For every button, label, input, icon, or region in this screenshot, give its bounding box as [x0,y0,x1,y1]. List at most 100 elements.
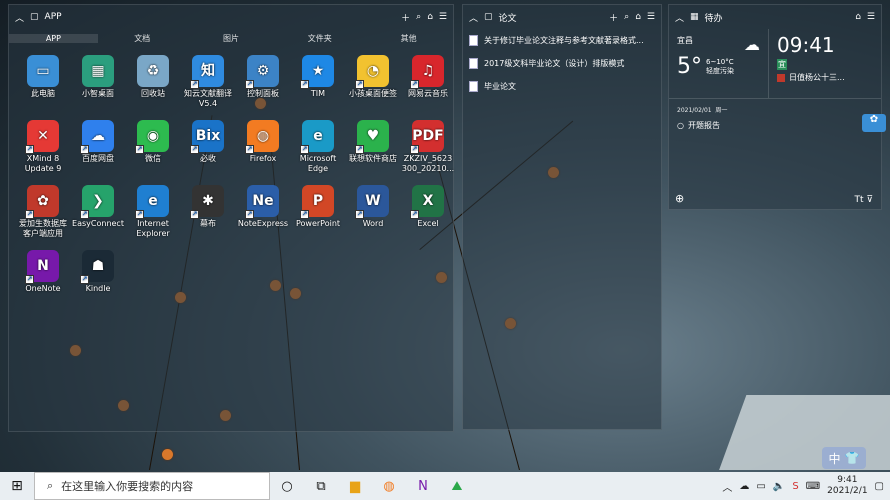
app-icon: ♻ [137,55,169,87]
shirt-icon[interactable]: ⌂ [427,12,433,22]
onenote-icon[interactable]: N [406,472,440,500]
app-label: 小智桌面 [82,89,114,98]
app-shortcut[interactable]: ❯ ↗ EasyConnect [70,185,126,229]
todo-weekday: 周一 [715,107,728,114]
menu-icon[interactable]: ☰ [867,12,875,22]
app-panel-title: APP [44,12,62,22]
notification-icon[interactable]: ▢ [875,481,884,492]
app-shortcut[interactable]: ✕ ↗ XMind 8 Update 9 [15,120,71,174]
app-label: 控制面板 [247,89,279,98]
menu-icon[interactable]: ☰ [439,12,447,22]
keyboard-icon[interactable]: ⌨ [806,481,820,492]
app-shortcut[interactable]: ▭ 此电脑 [15,55,71,99]
search-icon[interactable]: ⌕ [624,12,629,22]
app-icon: ◉ ↗ [135,120,169,154]
menu-icon[interactable]: ☰ [647,12,655,22]
shortcut-arrow-icon: ↗ [245,145,254,154]
filter-icon[interactable]: ⊽ [866,195,873,205]
file-item[interactable]: 毕业论文 [463,75,661,98]
app-shortcut[interactable]: W ↗ Word [345,185,401,229]
photos-icon[interactable]: ⛰ [440,472,474,500]
collapse-icon[interactable]: ︿ [469,11,478,24]
floating-widget-icon[interactable]: ✿ [862,114,886,132]
search-icon[interactable]: ⌕ [416,12,421,22]
shortcut-arrow-icon: ↗ [300,210,309,219]
app-label: ZKZIV_5623 300_20210... [401,154,455,173]
app-shortcut[interactable]: ⚙ ↗ 控制面板 [235,55,291,99]
tab-app[interactable]: APP [9,33,98,43]
shirt-icon[interactable]: ⌂ [635,12,641,22]
file-explorer-icon[interactable]: ▆ [338,472,372,500]
app-shortcut[interactable]: e ↗ Internet Explorer [125,185,181,239]
tab-folders[interactable]: 文件夹 [275,33,364,44]
weather-widget[interactable]: 宜昌 ☁ 5° 6~10°C 轻度污染 [669,29,769,98]
firefox-icon[interactable]: ◍ [372,472,406,500]
app-icon: Bix ↗ [190,120,224,154]
cortana-icon[interactable]: ○ [270,472,304,500]
app-shortcut[interactable]: ◉ ↗ 微信 [125,120,181,164]
app-shortcut[interactable]: e ↗ Microsoft Edge [290,120,346,174]
app-shortcut[interactable]: ♫ ↗ 网易云音乐 [400,55,456,99]
network-icon[interactable]: ▭ [756,481,765,492]
shirt-icon[interactable]: ⌂ [855,12,861,22]
windows-start-icon[interactable]: ⊞ [0,472,34,500]
docs-panel-title: 论文 [498,13,517,24]
tab-other[interactable]: 其他 [364,33,453,44]
app-shortcut[interactable]: 知 ↗ 知云文献翻译 V5.4 [180,55,236,109]
app-icon: ✕ ↗ [25,120,59,154]
app-icon: ▭ [27,55,59,87]
volume-icon[interactable]: 🔈 [773,481,785,492]
task-view-icon[interactable]: ⧉ [304,472,338,500]
app-shortcut[interactable]: PDF ↗ ZKZIV_5623 300_20210... [400,120,456,174]
app-shortcut[interactable]: ♻ 回收站 [125,55,181,99]
app-shortcut[interactable]: ♥ ↗ 联想软件商店 [345,120,401,164]
app-shortcut[interactable]: ★ ↗ TIM [290,55,346,99]
shortcut-arrow-icon: ↗ [410,210,419,219]
font-size-icon[interactable]: Tt [855,195,864,205]
app-icon: P ↗ [300,185,334,219]
collapse-icon[interactable]: ︿ [675,11,684,24]
tab-images[interactable]: 图片 [187,33,276,44]
app-shortcut[interactable]: ▦ 小智桌面 [70,55,126,99]
ime-floating-bar[interactable]: 中 👕 [822,447,866,469]
checkbox-icon[interactable]: ○ [677,121,684,130]
app-shortcut[interactable]: ☁ ↗ 百度网盘 [70,120,126,164]
app-label: Kindle [85,284,111,293]
app-shortcut[interactable]: ✿ ↗ 爱加生数据库 客户端应用 [15,185,71,239]
add-icon[interactable]: ＋ [401,11,410,24]
tab-documents[interactable]: 文档 [98,33,187,44]
clock-widget[interactable]: 09:41 宜 日值杨公十三... [769,29,881,98]
onedrive-icon[interactable]: ☁ [739,481,749,492]
search-box[interactable]: ⌕ 在这里输入你要搜索的内容 [34,472,270,500]
app-label: 小孩桌面便签 [349,89,397,98]
app-shortcut[interactable]: Bix ↗ 必收 [180,120,236,164]
app-shortcut[interactable]: ☗ ↗ Kindle [70,250,126,294]
app-icon: ★ ↗ [300,55,334,89]
shortcut-arrow-icon: ↗ [135,145,144,154]
app-shortcut[interactable]: ◔ ↗ 小孩桌面便签 [345,55,401,99]
almanac-badge: 宜 [777,59,787,70]
search-icon: ⌕ [47,479,54,492]
app-shortcut[interactable]: ✱ ↗ 幕布 [180,185,236,229]
collapse-icon[interactable]: ︿ [15,11,24,24]
app-shortcut[interactable]: Ne ↗ NoteExpress [235,185,291,229]
add-todo-icon[interactable]: ⊕ [675,192,684,205]
shortcut-arrow-icon: ↗ [190,145,199,154]
file-item[interactable]: 关于修订毕业论文注释与参考文献著录格式... [463,29,661,52]
app-icon: e ↗ [135,185,169,219]
app-shortcut[interactable]: ◍ ↗ Firefox [235,120,291,164]
todo-item[interactable]: ○ 开题报告 [669,120,881,131]
add-icon[interactable]: ＋ [609,11,618,24]
shortcut-arrow-icon: ↗ [80,145,89,154]
file-item[interactable]: 2017级文科毕业论文（设计）排版模式 [463,52,661,75]
app-label: 联想软件商店 [349,154,397,163]
tray-app-icon[interactable]: S [792,481,798,492]
app-shortcut[interactable]: X ↗ Excel [400,185,456,229]
app-shortcut[interactable]: N ↗ OneNote [15,250,71,294]
app-label: 爱加生数据库 客户端应用 [19,219,67,238]
shortcut-arrow-icon: ↗ [190,210,199,219]
app-shortcut[interactable]: P ↗ PowerPoint [290,185,346,229]
clock[interactable]: 9:41 2021/2/1 [827,475,867,497]
show-hidden-icons[interactable]: ︿ [722,479,732,494]
clock-date: 2021/2/1 [827,486,868,496]
